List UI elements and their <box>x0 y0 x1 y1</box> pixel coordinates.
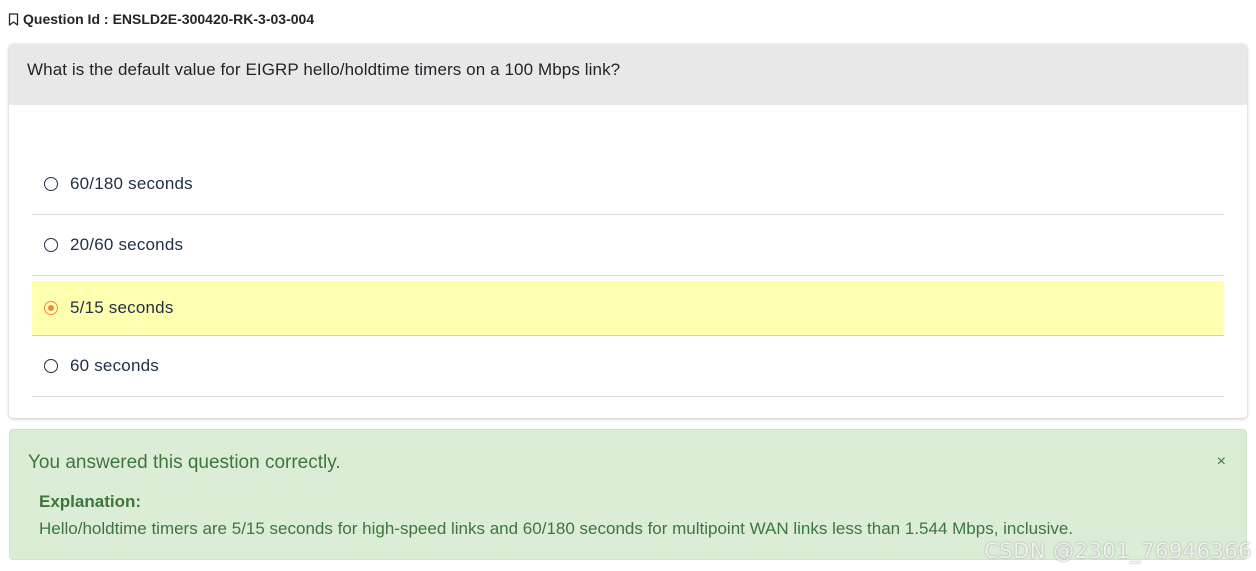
answer-option-label: 20/60 seconds <box>70 235 184 254</box>
radio-button[interactable] <box>44 177 58 191</box>
explanation-text: Hello/holdtime timers are 5/15 seconds f… <box>39 519 1074 538</box>
question-id-label: Question Id : <box>23 11 109 27</box>
answer-option[interactable]: 60/180 seconds <box>32 154 1224 215</box>
watermark: CSDN @2301_76946366 <box>984 539 1252 563</box>
question-id-bar: Question Id : ENSLD2E-300420-RK-3-03-004 <box>8 9 314 29</box>
question-text: What is the default value for EIGRP hell… <box>27 60 621 79</box>
feedback-message: You answered this question correctly. <box>28 452 341 473</box>
answer-option-label: 5/15 seconds <box>70 298 174 317</box>
explanation-heading: Explanation: <box>39 492 142 511</box>
question-id-value: ENSLD2E-300420-RK-3-03-004 <box>112 11 315 27</box>
radio-button[interactable] <box>44 359 58 373</box>
close-icon[interactable]: × <box>1217 452 1226 472</box>
question-header: What is the default value for EIGRP hell… <box>9 44 1247 105</box>
quiz-page: Question Id : ENSLD2E-300420-RK-3-03-004… <box>0 0 1256 571</box>
bookmark-icon[interactable] <box>8 12 19 26</box>
question-card: What is the default value for EIGRP hell… <box>9 44 1247 418</box>
answer-option[interactable]: 60 seconds <box>32 336 1224 397</box>
answer-option-selected[interactable]: 5/15 seconds <box>32 281 1224 336</box>
answer-option-label: 60/180 seconds <box>70 174 193 193</box>
answer-option-label: 60 seconds <box>70 356 159 375</box>
answer-option[interactable]: 20/60 seconds <box>32 215 1224 276</box>
answer-options: 60/180 seconds 20/60 seconds 5/15 second… <box>32 154 1224 397</box>
radio-button[interactable] <box>44 238 58 252</box>
radio-button-selected[interactable] <box>44 301 58 315</box>
